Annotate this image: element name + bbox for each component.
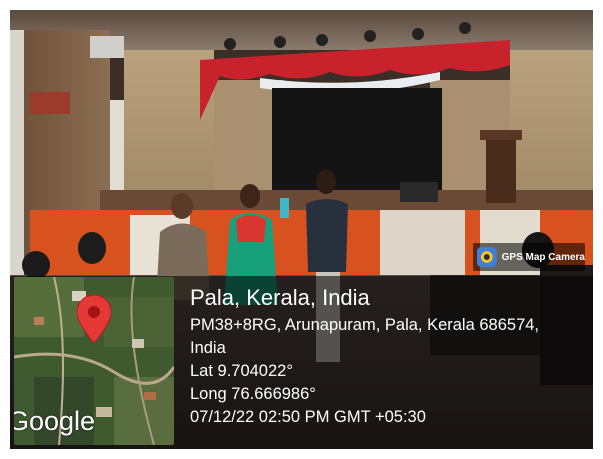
gps-map-camera-badge: GPS Map Camera [473,243,585,271]
badge-label: GPS Map Camera [501,251,585,263]
map-pin-icon [77,295,111,343]
map-thumbnail: Google [14,277,174,445]
address-line-1: PM38+8RG, Arunapuram, Pala, Kerala 68657… [190,316,540,334]
date-time: 07/12/22 02:50 PM GMT +05:30 [190,408,426,426]
google-logo: Google [14,406,96,436]
latitude: Lat 9.704022° [190,362,293,380]
address-line-2: India [190,339,226,357]
gps-camera-icon [477,247,497,267]
location-info: Pala, Kerala, India PM38+8RG, Arunapuram… [190,284,590,429]
location-title: Pala, Kerala, India [190,285,370,310]
longitude: Long 76.666986° [190,385,316,403]
